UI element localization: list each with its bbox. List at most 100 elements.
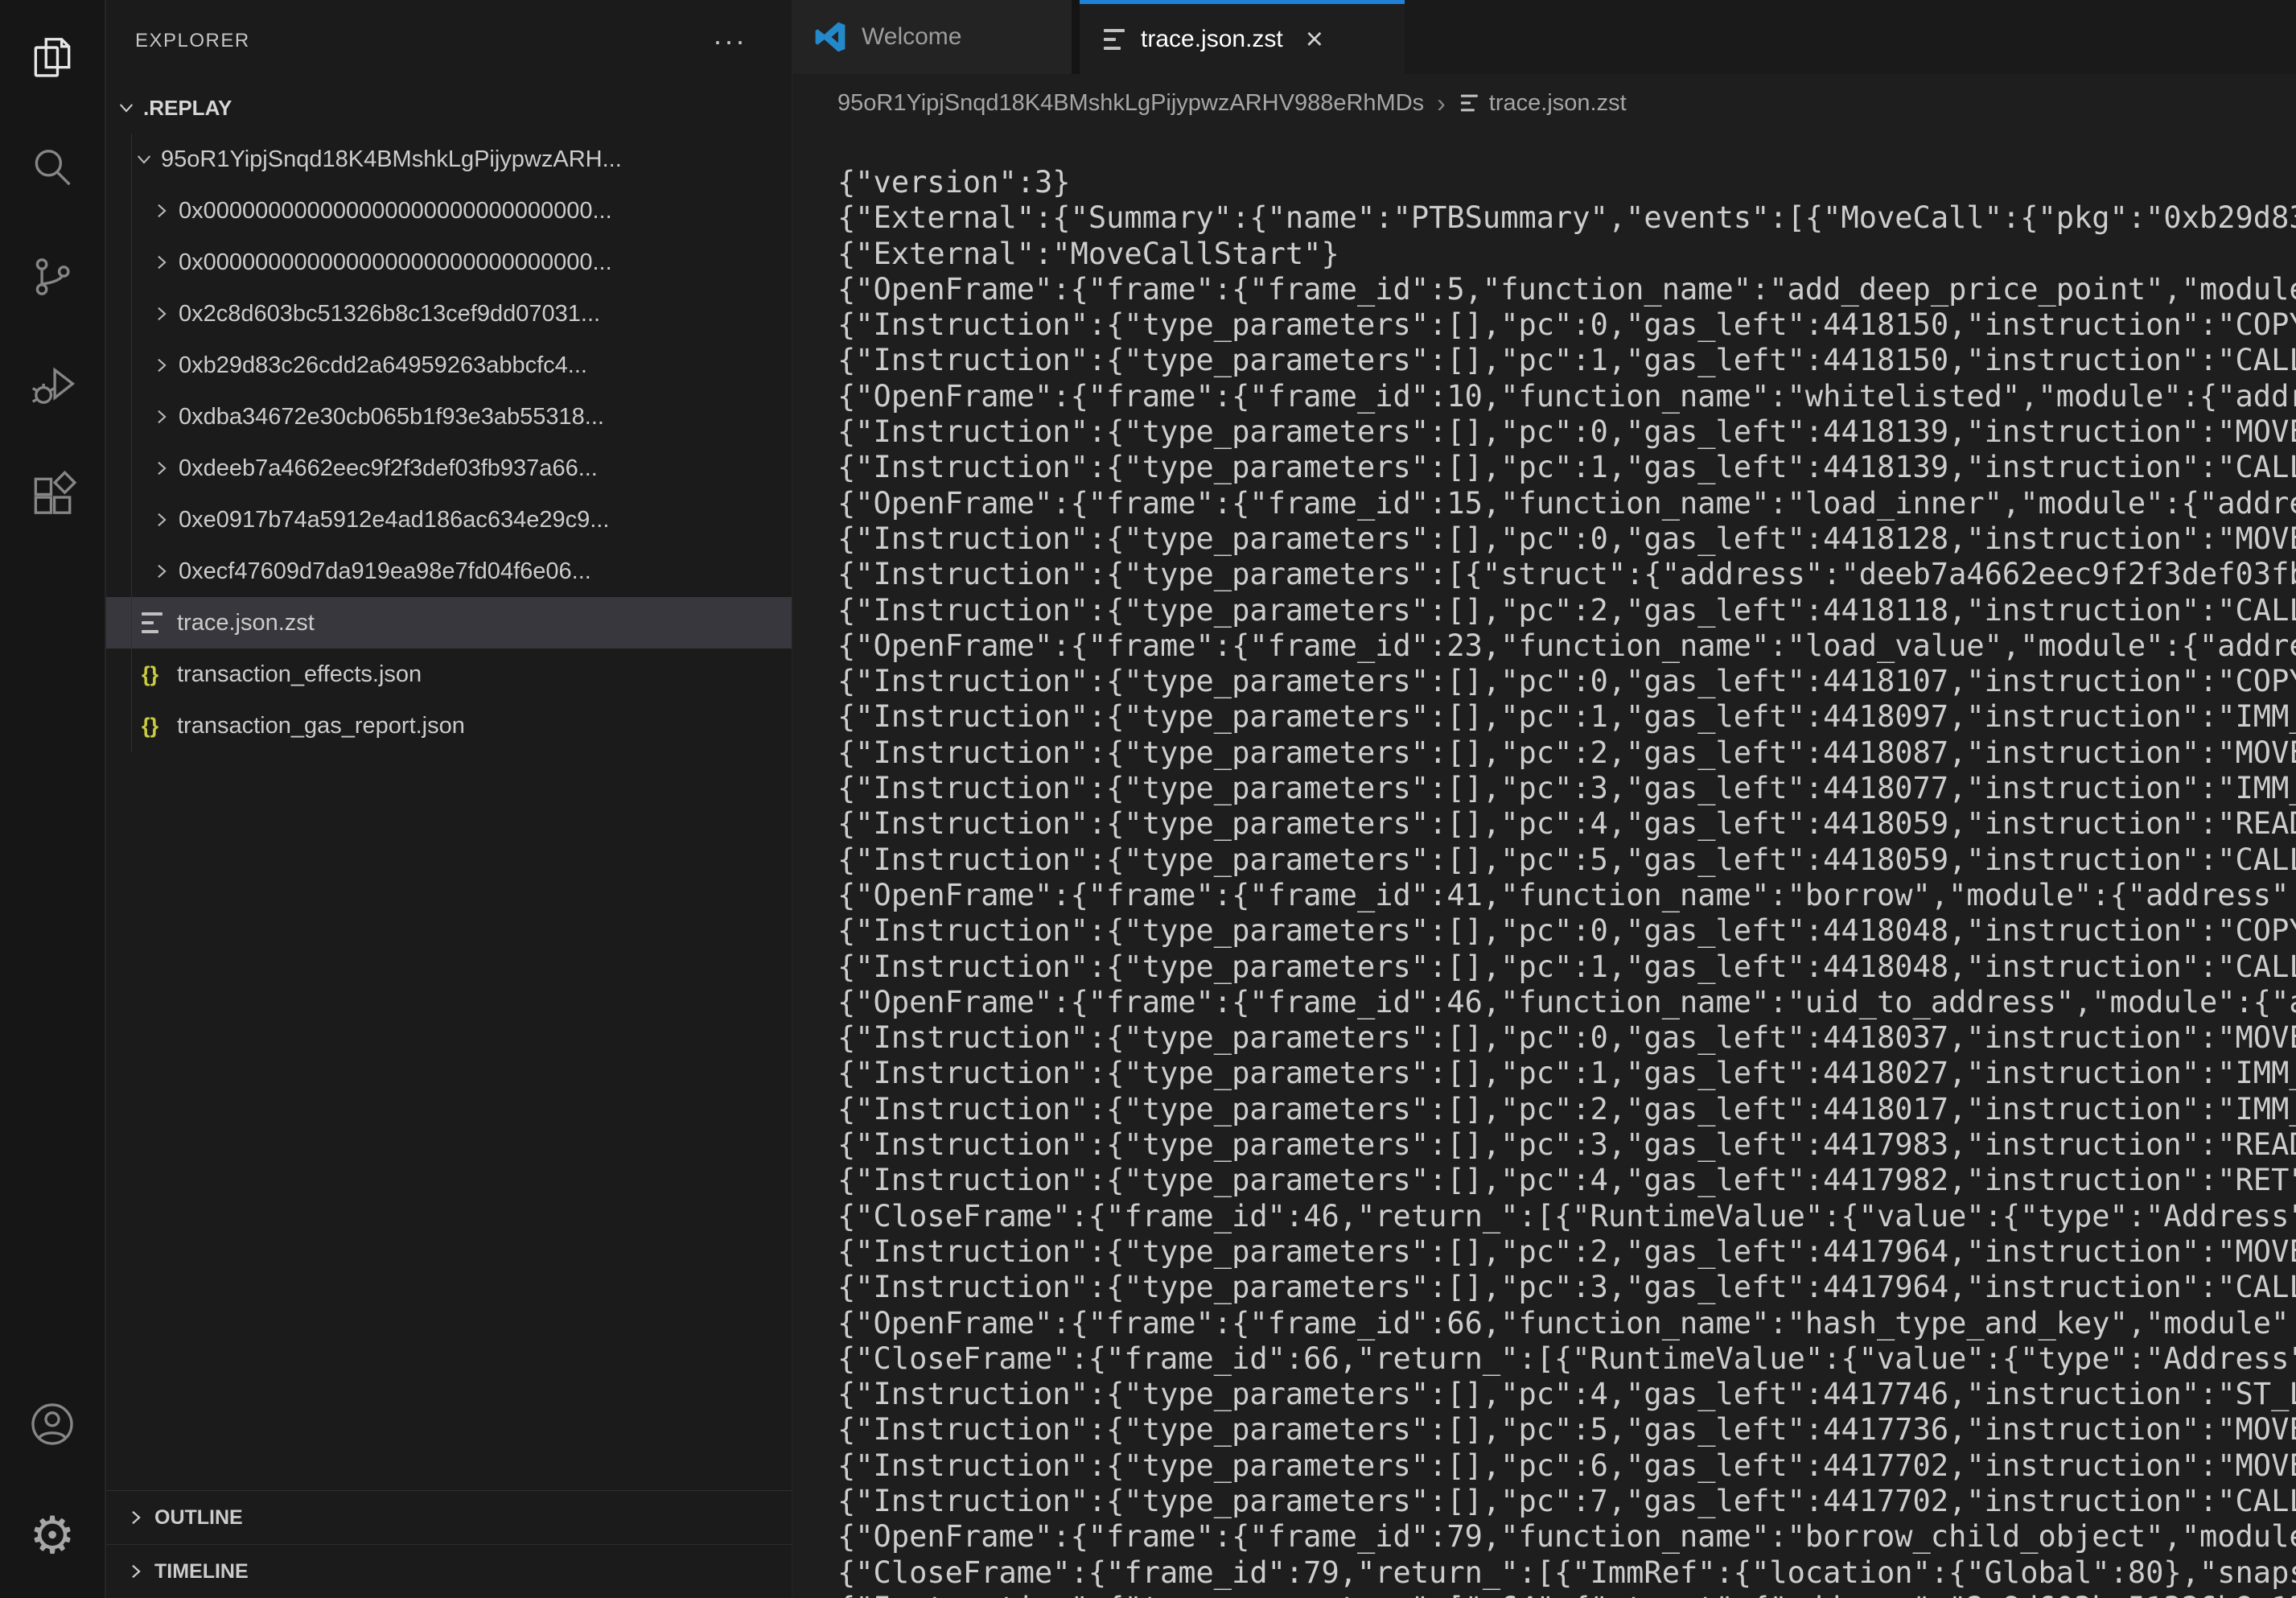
tree-item-label: 0x000000000000000000000000000000... <box>179 198 612 224</box>
code-line: {"OpenFrame":{"frame":{"frame_id":23,"fu… <box>837 628 2296 664</box>
chevron-right-icon <box>125 1507 146 1528</box>
tree-item-address[interactable]: 0xdba34672e30cb065b1f93e3ab55318... <box>106 391 792 443</box>
chevron-right-icon <box>151 458 172 479</box>
tree-item-replay-root[interactable]: .REPLAY <box>106 82 792 134</box>
file-name: transaction_effects.json <box>177 661 422 688</box>
account-icon <box>27 1399 77 1453</box>
tab-welcome[interactable]: Welcome <box>792 0 1072 74</box>
code-line: {"Instruction":{"type_parameters":[{"str… <box>837 557 2296 592</box>
chevron-right-icon <box>125 1561 146 1582</box>
code-line: {"OpenFrame":{"frame":{"frame_id":5,"fun… <box>837 272 2296 307</box>
chevron-right-icon <box>151 509 172 530</box>
tree-item-address[interactable]: 0xdeeb7a4662eec9f2f3def03fb937a66... <box>106 443 792 494</box>
json-file-icon: {} <box>142 714 167 739</box>
code-line: {"Instruction":{"type_parameters":[],"pc… <box>837 949 2296 985</box>
code-line: {"CloseFrame":{"frame_id":66,"return_":[… <box>837 1341 2296 1377</box>
tree-item-label: 0xdba34672e30cb065b1f93e3ab55318... <box>179 404 604 430</box>
tree-item-digest-folder[interactable]: 95oR1YipjSnqd18K4BMshkLgPijypwzARH... <box>106 134 792 185</box>
explorer-activity-button[interactable] <box>0 5 105 114</box>
code-line: {"Instruction":{"type_parameters":["u64"… <box>837 1591 2296 1598</box>
code-line: {"CloseFrame":{"frame_id":46,"return_":[… <box>837 1199 2296 1234</box>
code-line: {"Instruction":{"type_parameters":[],"pc… <box>837 1270 2296 1305</box>
tree-item-label: 0xdeeb7a4662eec9f2f3def03fb937a66... <box>179 455 598 482</box>
code-line: {"Instruction":{"type_parameters":[],"pc… <box>837 771 2296 806</box>
code-line: {"Instruction":{"type_parameters":[],"pc… <box>837 913 2296 949</box>
code-line: {"Instruction":{"type_parameters":[],"pc… <box>837 1234 2296 1270</box>
explorer-title: EXPLORER <box>135 30 250 52</box>
search-activity-button[interactable] <box>0 114 105 224</box>
chevron-right-icon <box>151 561 172 582</box>
tree-item-label: 0xb29d83c26cdd2a64959263abbcfc4... <box>179 352 587 379</box>
tree-item-file[interactable]: trace.json.zst <box>106 597 792 649</box>
code-line: {"Instruction":{"type_parameters":[],"pc… <box>837 842 2296 878</box>
gear-icon: ⚙ <box>29 1509 75 1561</box>
code-line: {"Instruction":{"type_parameters":[],"pc… <box>837 806 2296 842</box>
code-line: {"Instruction":{"type_parameters":[],"pc… <box>837 735 2296 771</box>
code-line: {"Instruction":{"type_parameters":[],"pc… <box>837 699 2296 735</box>
tree-item-label: 0x2c8d603bc51326b8c13cef9dd07031... <box>179 301 600 327</box>
tree-item-address[interactable]: 0x000000000000000000000000000000... <box>106 185 792 237</box>
chevron-right-icon <box>151 406 172 427</box>
code-line: {"OpenFrame":{"frame":{"frame_id":41,"fu… <box>837 878 2296 913</box>
code-line: {"OpenFrame":{"frame":{"frame_id":46,"fu… <box>837 985 2296 1020</box>
tree-item-file[interactable]: {} transaction_gas_report.json <box>106 700 792 752</box>
tree-item-label: 95oR1YipjSnqd18K4BMshkLgPijypwzARH... <box>161 146 622 173</box>
tree-item-file[interactable]: {}transaction_effects.json <box>106 649 792 700</box>
code-line: {"Instruction":{"type_parameters":[],"pc… <box>837 1163 2296 1198</box>
sidebar-sections: OUTLINE TIMELINE <box>106 1490 792 1598</box>
tree-item-label: .REPLAY <box>143 96 232 121</box>
tree-item-label: 0xe0917b74a5912e4ad186ac634e29c9... <box>179 507 609 533</box>
more-actions-icon[interactable]: ··· <box>713 33 747 49</box>
source-control-icon <box>27 252 77 306</box>
tree-item-address[interactable]: 0xe0917b74a5912e4ad186ac634e29c9... <box>106 494 792 546</box>
files-icon <box>27 33 77 87</box>
close-icon[interactable]: × <box>1306 24 1323 55</box>
timeline-section-header[interactable]: TIMELINE <box>106 1544 792 1598</box>
tree-item-address[interactable]: 0x000000000000000000000000000000... <box>106 237 792 288</box>
indent-guide <box>131 134 132 752</box>
code-line: {"CloseFrame":{"frame_id":79,"return_":[… <box>837 1555 2296 1591</box>
source-control-activity-button[interactable] <box>0 224 105 333</box>
run-and-debug-activity-button[interactable] <box>0 333 105 443</box>
code-line: {"Instruction":{"type_parameters":[],"pc… <box>837 664 2296 699</box>
trace-file-list: trace.json.zst{}transaction_effects.json… <box>106 597 792 752</box>
file-name: transaction_gas_report.json <box>177 713 465 739</box>
chevron-right-icon: › <box>1437 89 1446 118</box>
file-lines-icon <box>1461 93 1480 113</box>
tree-item-address[interactable]: 0xecf47609d7da919ea98e7fd04f6e06... <box>106 546 792 597</box>
vscode-logo-icon <box>812 19 849 56</box>
tree-item-label: 0xecf47609d7da919ea98e7fd04f6e06... <box>179 558 591 585</box>
manage-activity-button[interactable]: ⚙ <box>0 1481 105 1590</box>
extensions-icon <box>27 471 77 525</box>
chevron-right-icon <box>151 303 172 324</box>
accounts-activity-button[interactable] <box>0 1371 105 1481</box>
file-tree: .REPLAY 95oR1YipjSnqd18K4BMshkLgPijypwzA… <box>106 82 792 752</box>
breadcrumb: 95oR1YipjSnqd18K4BMshkLgPijypwzARHV988eR… <box>792 74 2296 132</box>
code-line: {"Instruction":{"type_parameters":[],"pc… <box>837 414 2296 450</box>
editor-content[interactable]: {"version":3}{"External":{"Summary":{"na… <box>837 165 2296 1598</box>
file-lines-icon <box>142 611 166 635</box>
code-line: {"External":{"Summary":{"name":"PTBSumma… <box>837 200 2296 236</box>
file-name: trace.json.zst <box>177 610 315 636</box>
outline-section-header[interactable]: OUTLINE <box>106 1490 792 1544</box>
code-line: {"Instruction":{"type_parameters":[],"pc… <box>837 1377 2296 1412</box>
search-icon <box>27 142 77 196</box>
code-line: {"OpenFrame":{"frame":{"frame_id":15,"fu… <box>837 486 2296 521</box>
tab-separator <box>1072 0 1080 74</box>
chevron-down-icon <box>116 97 137 118</box>
section-label: OUTLINE <box>154 1506 243 1530</box>
breadcrumb-folder[interactable]: 95oR1YipjSnqd18K4BMshkLgPijypwzARHV988eR… <box>837 90 1424 117</box>
tree-item-label: 0x000000000000000000000000000000... <box>179 249 612 276</box>
code-line: {"Instruction":{"type_parameters":[],"pc… <box>837 450 2296 485</box>
code-line: {"Instruction":{"type_parameters":[],"pc… <box>837 593 2296 628</box>
code-line: {"Instruction":{"type_parameters":[],"pc… <box>837 1127 2296 1163</box>
extensions-activity-button[interactable] <box>0 443 105 552</box>
editor-group: Welcome trace.json.zst × 95oR1YipjSnqd18… <box>792 0 2296 1598</box>
code-line: {"Instruction":{"type_parameters":[],"pc… <box>837 1020 2296 1056</box>
tree-item-address[interactable]: 0xb29d83c26cdd2a64959263abbcfc4... <box>106 340 792 391</box>
breadcrumb-file[interactable]: trace.json.zst <box>1459 90 1627 117</box>
tab-trace-json-zst[interactable]: trace.json.zst × <box>1080 0 1405 74</box>
tree-item-address[interactable]: 0x2c8d603bc51326b8c13cef9dd07031... <box>106 288 792 340</box>
code-line: {"Instruction":{"type_parameters":[],"pc… <box>837 1448 2296 1484</box>
chevron-down-icon <box>134 149 154 170</box>
